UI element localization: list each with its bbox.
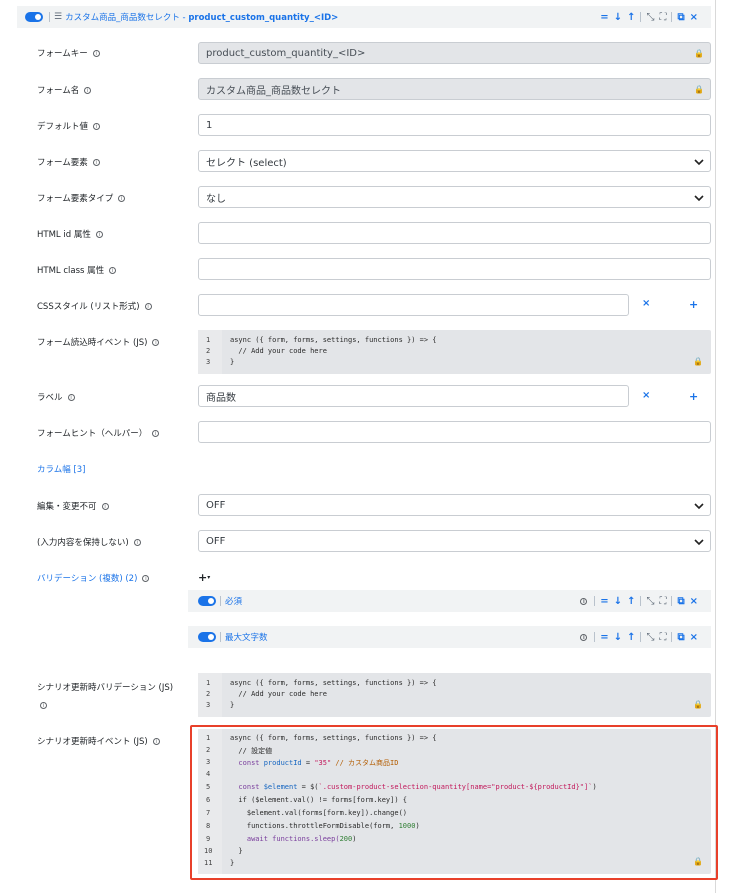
hint-input[interactable] [198,421,711,443]
form-name-label: フォーム名 i [37,84,92,96]
form-element-type-label: フォーム要素タイプ i [37,192,126,204]
lock-icon: 🔒 [693,357,703,366]
close-icon[interactable]: × [642,298,650,309]
collapse-icon[interactable]: ⤡ [646,596,654,607]
info-icon[interactable]: i [92,158,100,166]
info-icon[interactable]: i [144,302,152,310]
form-key-field: product_custom_quantity_<ID> 🔒 [198,42,711,64]
arrow-up-icon[interactable]: ↑ [627,632,635,643]
default-value-input[interactable]: 1 [198,114,711,136]
column-width-link[interactable]: カラム幅 [3] [37,463,86,475]
chevron-down-icon [694,503,704,510]
info-icon[interactable]: i [93,122,101,130]
lock-icon: 🔒 [694,49,704,58]
form-item-header[interactable]: ☰ カスタム商品_商品数セレクト - product_custom_quanti… [17,6,711,28]
arrow-down-icon[interactable]: ↓ [614,632,622,643]
close-icon[interactable]: × [690,632,698,643]
divider [49,12,50,22]
expand-icon[interactable]: ⛶ [659,596,666,607]
plus-icon[interactable]: + [689,298,698,311]
hint-label: フォームヒント（ヘルパー） i [37,427,160,439]
copy-icon[interactable]: ⧉ [677,596,684,607]
on-load-code-editor[interactable]: 1 2 3 async ({ form, forms, settings, fu… [198,330,711,374]
close-icon[interactable]: × [690,596,698,607]
info-icon[interactable]: i [152,429,160,437]
form-key-label: フォームキー i [37,47,100,59]
html-class-input[interactable] [198,258,711,280]
list-icon: ☰ [54,12,63,22]
html-id-input[interactable] [198,222,711,244]
info-icon[interactable]: i [580,633,588,641]
expand-icon[interactable]: ⛶ [659,632,666,643]
html-id-label: HTML id 属性 i [37,228,103,240]
info-icon[interactable]: i [101,502,109,510]
lock-icon: 🔒 [694,85,704,94]
add-validation-dropdown[interactable]: +▾ [198,571,210,584]
arrow-down-icon[interactable]: ↓ [614,596,622,607]
collapse-icon[interactable]: ⤡ [646,12,654,23]
form-element-select[interactable]: セレクト (select) [198,150,711,172]
validation-actions: i = ↓ ↑ ⤡ ⛶ ⧉ × [580,626,698,648]
chevron-down-icon [694,539,704,546]
caret-down-icon: ▾ [207,574,211,581]
scenario-validation-code-editor[interactable]: 1 2 3 async ({ form, forms, settings, fu… [198,673,711,717]
copy-icon[interactable]: ⧉ [677,12,684,23]
scenario-event-label: シナリオ更新時イベント (JS) i [37,735,160,747]
close-icon[interactable]: × [642,390,650,401]
no-keep-select[interactable]: OFF [198,530,711,552]
info-icon[interactable]: i [95,230,103,238]
form-name-field: カスタム商品_商品数セレクト 🔒 [198,78,711,100]
scenario-validation-label: シナリオ更新時バリデーション (JS) i [37,683,174,709]
close-icon[interactable]: × [690,12,698,23]
css-style-input[interactable] [198,294,629,316]
info-icon[interactable]: i [92,49,100,57]
expand-icon[interactable]: ⛶ [659,12,666,23]
info-icon[interactable]: i [84,86,92,94]
html-class-label: HTML class 属性 i [37,264,117,276]
arrow-down-icon[interactable]: ↓ [614,12,622,23]
no-keep-label: (入力内容を保持しない) i [37,536,141,548]
info-icon[interactable]: i [580,597,588,605]
plus-icon[interactable]: + [689,390,698,403]
info-icon[interactable]: i [142,574,150,582]
default-value-label: デフォルト値 i [37,120,101,132]
info-icon[interactable]: i [152,338,160,346]
validation-actions: i = ↓ ↑ ⤡ ⛶ ⧉ × [580,590,698,612]
enable-toggle[interactable] [198,632,216,642]
edit-lock-select[interactable]: OFF [198,494,711,516]
info-icon[interactable]: i [118,194,126,202]
edit-lock-label: 編集・変更不可 i [37,500,109,512]
info-icon[interactable]: i [152,737,160,745]
form-element-label: フォーム要素 i [37,156,100,168]
validation-label[interactable]: バリデーション (複数) (2) i [37,572,150,584]
chevron-down-icon [694,159,704,166]
enable-toggle[interactable] [198,596,216,606]
header-actions: = ↓ ↑ ⤡ ⛶ ⧉ × [600,6,698,28]
info-icon[interactable]: i [40,702,47,709]
equals-icon[interactable]: = [600,632,608,643]
equals-icon[interactable]: = [600,12,608,23]
validation-row-max-length[interactable]: 最大文字数 i = ↓ ↑ ⤡ ⛶ ⧉ × [188,626,711,648]
info-icon[interactable]: i [67,393,75,401]
info-icon[interactable]: i [133,538,141,546]
copy-icon[interactable]: ⧉ [677,632,684,643]
validation-row-required[interactable]: 必須 i = ↓ ↑ ⤡ ⛶ ⧉ × [188,590,711,612]
highlight-frame [190,725,718,880]
equals-icon[interactable]: = [600,596,608,607]
chevron-down-icon [694,195,704,202]
css-style-label: CSSスタイル (リスト形式) i [37,300,152,312]
label-input[interactable]: 商品数 [198,385,629,407]
arrow-up-icon[interactable]: ↑ [627,12,635,23]
arrow-up-icon[interactable]: ↑ [627,596,635,607]
label-label: ラベル i [37,391,75,403]
form-item-title[interactable]: カスタム商品_商品数セレクト - product_custom_quantity… [65,11,338,23]
enable-toggle[interactable] [25,12,43,22]
form-element-type-select[interactable]: なし [198,186,711,208]
on-load-event-label: フォーム読込時イベント (JS) i [37,336,160,348]
info-icon[interactable]: i [109,266,117,274]
lock-icon: 🔒 [693,700,703,709]
collapse-icon[interactable]: ⤡ [646,632,654,643]
